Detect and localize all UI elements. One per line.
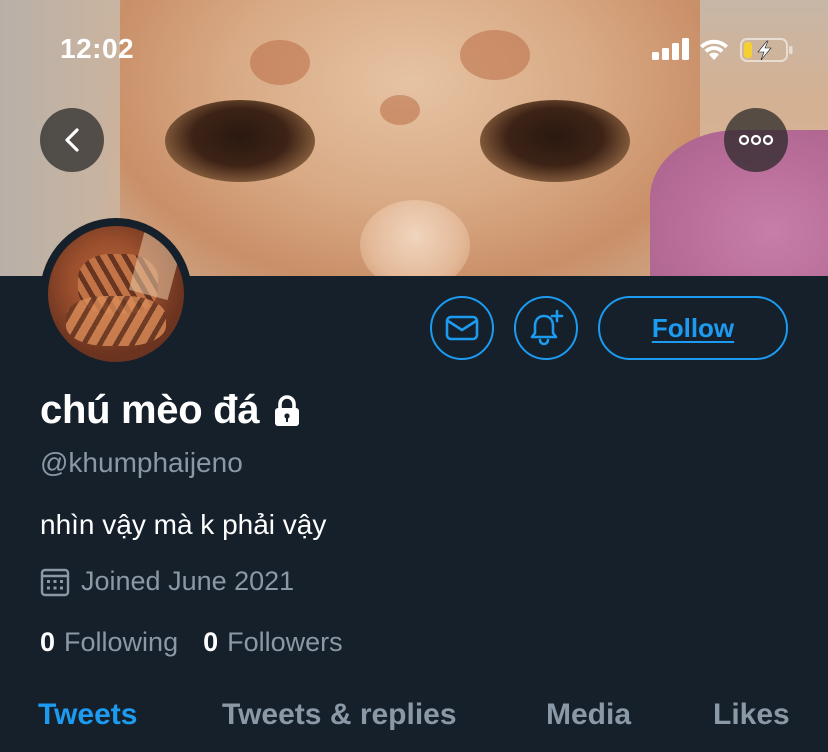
following-link[interactable]: 0 Following: [40, 627, 178, 658]
followers-count: 0: [203, 627, 219, 657]
tab-likes[interactable]: Likes: [713, 698, 790, 732]
message-button[interactable]: [430, 296, 494, 360]
follow-counts: 0 Following 0 Followers: [40, 627, 343, 658]
status-time: 12:02: [60, 33, 135, 64]
back-button[interactable]: [40, 108, 104, 172]
more-options-icon: [738, 134, 774, 146]
message-icon: [445, 315, 479, 341]
lock-icon: [275, 394, 300, 426]
profile-bio: nhìn vậy mà k phải vậy: [40, 509, 327, 540]
status-bar: 12:02: [0, 0, 828, 100]
avatar-image: [48, 226, 184, 362]
joined-date-row: Joined June 2021: [40, 566, 294, 597]
banner-cat-eye-left: [165, 100, 315, 182]
banner-cat-eye-right: [480, 100, 630, 182]
display-name: chú mèo đá: [40, 388, 260, 432]
follow-button[interactable]: Follow: [598, 296, 788, 360]
avatar-highlight: [128, 231, 184, 301]
following-label: Following: [64, 627, 179, 657]
joined-date: Joined June 2021: [81, 566, 295, 596]
followers-link[interactable]: 0 Followers: [203, 627, 343, 658]
profile-name-row: chú mèo đá: [40, 388, 303, 433]
battery-charging-icon: [740, 38, 793, 62]
more-options-button[interactable]: [724, 108, 788, 172]
tab-media[interactable]: Media: [546, 698, 631, 732]
followers-label: Followers: [227, 627, 343, 657]
signal-icon: [652, 38, 689, 60]
notifications-button[interactable]: [514, 296, 578, 360]
profile-tabs: Tweets Tweets & replies Media Likes: [0, 696, 828, 752]
avatar[interactable]: [40, 218, 192, 370]
wifi-icon: [700, 39, 728, 60]
following-count: 0: [40, 627, 56, 657]
back-arrow-icon: [65, 128, 79, 152]
tab-tweets-and-replies[interactable]: Tweets & replies: [222, 698, 457, 732]
profile-handle: @khumphaijeno: [40, 447, 243, 478]
tab-tweets[interactable]: Tweets: [38, 698, 137, 732]
calendar-icon: [40, 568, 70, 596]
avatar-fur-stripes: [66, 296, 166, 346]
notification-bell-plus-icon: [530, 309, 564, 346]
